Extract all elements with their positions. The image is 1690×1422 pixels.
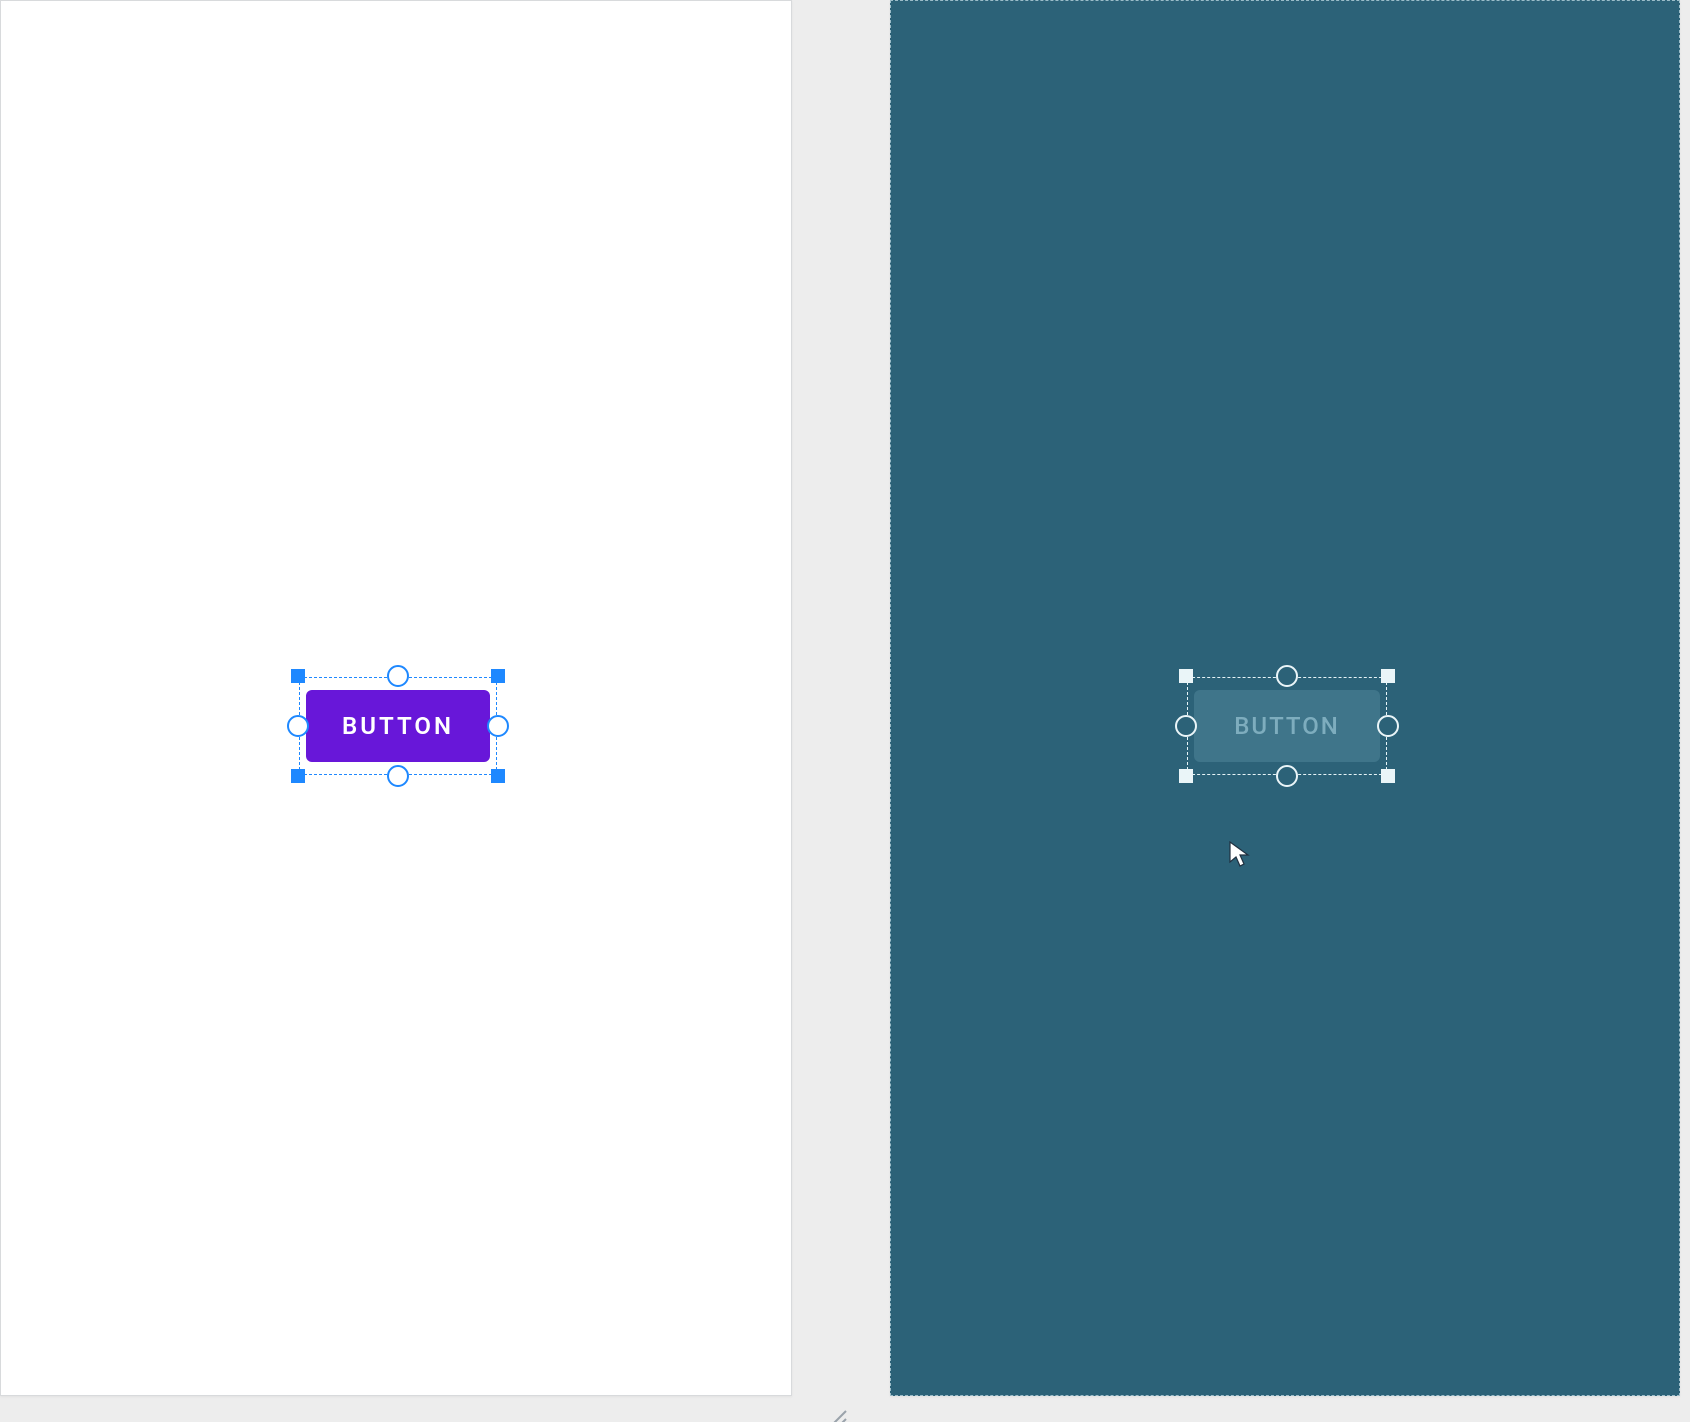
resize-handle-top-left[interactable] — [291, 669, 305, 683]
resize-handle-top-left[interactable] — [1179, 669, 1193, 683]
resize-handle-bottom-mid[interactable] — [387, 765, 409, 787]
resize-handle-top-right[interactable] — [1381, 669, 1395, 683]
resize-handle-bottom-right[interactable] — [491, 769, 505, 783]
resize-handle-top-right[interactable] — [491, 669, 505, 683]
resize-handle-right-mid[interactable] — [487, 715, 509, 737]
resize-handle-bottom-right[interactable] — [1381, 769, 1395, 783]
selection-box-light[interactable] — [298, 676, 498, 776]
resize-handle-right-mid[interactable] — [1377, 715, 1399, 737]
selection-outline — [299, 677, 497, 775]
resize-handle-top-mid[interactable] — [387, 665, 409, 687]
resize-handle-bottom-left[interactable] — [291, 769, 305, 783]
selection-outline — [1187, 677, 1387, 775]
resize-handle-bottom-left[interactable] — [1179, 769, 1193, 783]
resize-handle-bottom-mid[interactable] — [1276, 765, 1298, 787]
resize-handle-left-mid[interactable] — [1175, 715, 1197, 737]
resize-handle-top-mid[interactable] — [1276, 665, 1298, 687]
resize-handle-left-mid[interactable] — [287, 715, 309, 737]
selection-box-dark[interactable] — [1186, 676, 1388, 776]
cursor-arrow-icon — [1228, 840, 1252, 868]
resize-corner-icon[interactable] — [820, 1405, 848, 1422]
